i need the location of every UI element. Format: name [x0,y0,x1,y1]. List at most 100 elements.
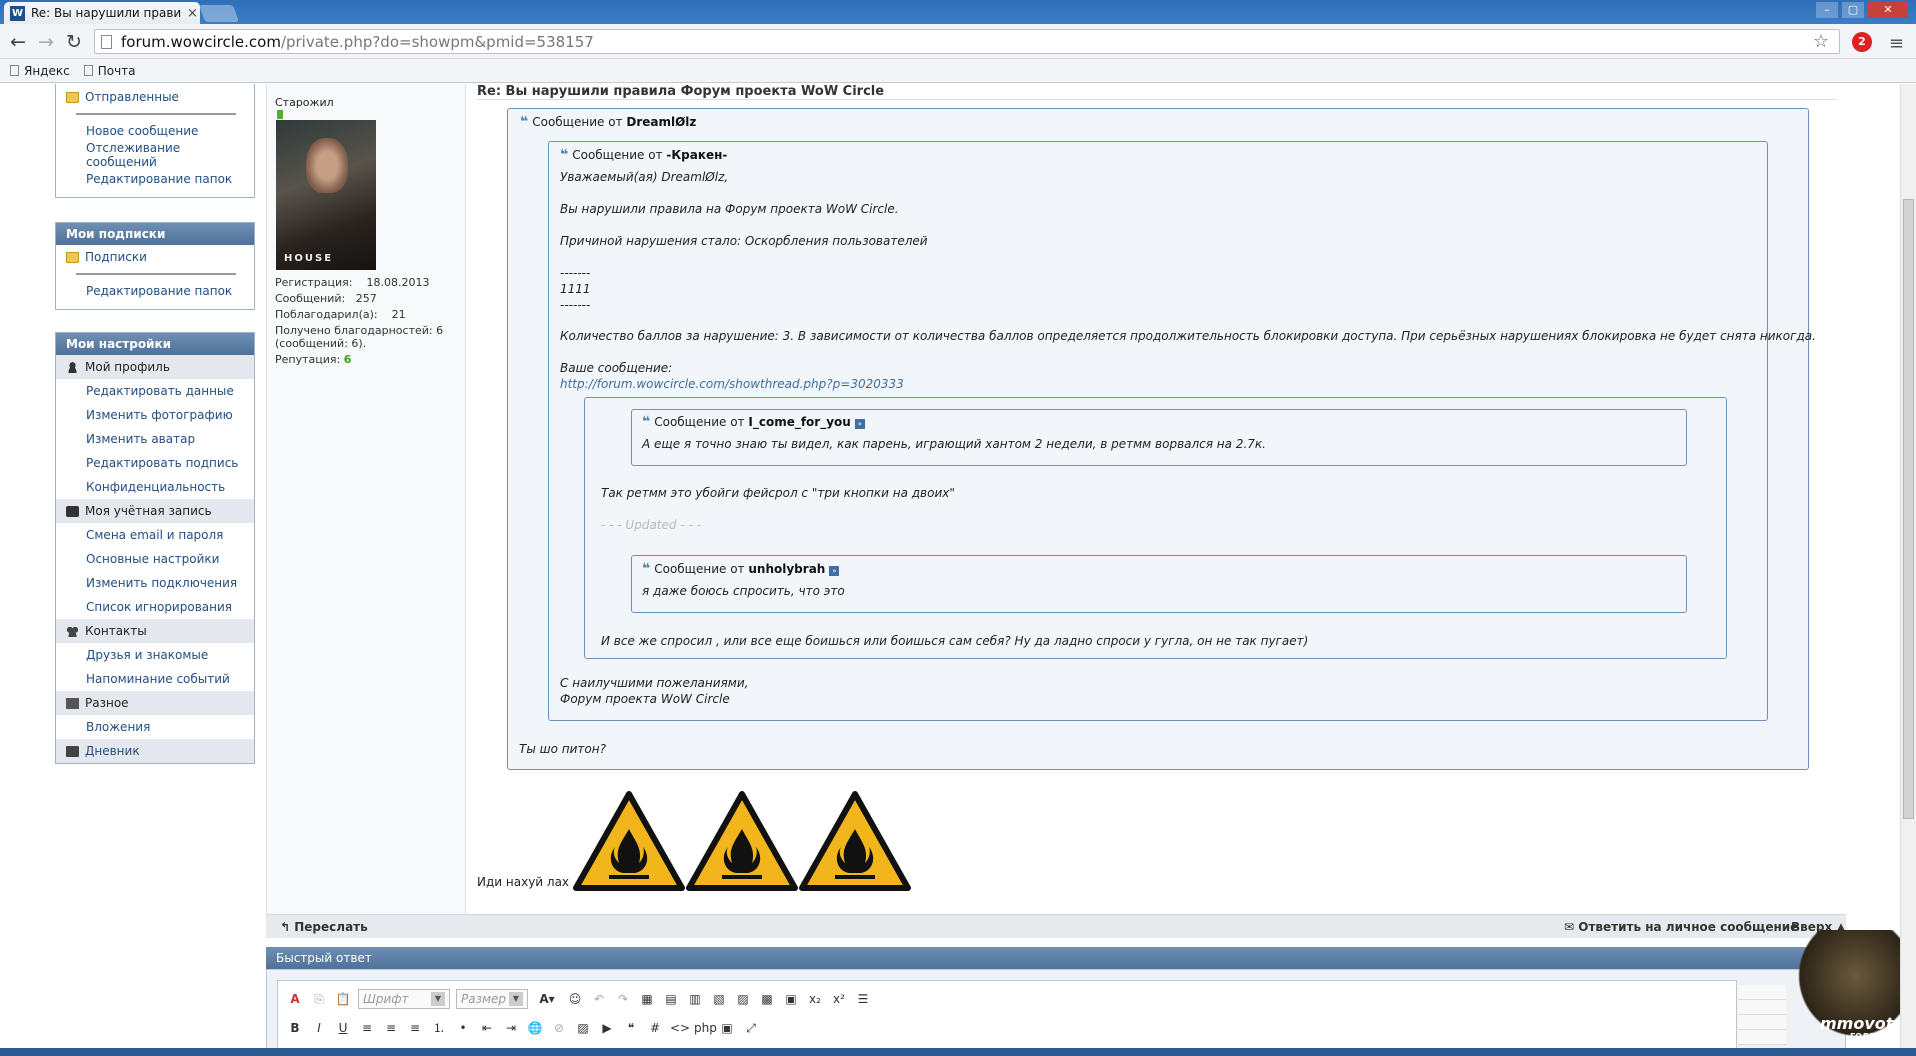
sidebar-item-ignore-list[interactable]: Список игнорирования [56,595,254,619]
avatar[interactable]: HOUSE [276,120,376,270]
address-bar[interactable]: forum.wowcircle.com/private.php?do=showp… [94,29,1840,54]
sidebar-item-connections[interactable]: Изменить подключения [56,571,254,595]
sidebar-item-edit-folders[interactable]: Редактирование папок [56,279,254,303]
bookmark-yandex[interactable]: Яндекс [10,64,70,78]
sidebar-item-event-reminders[interactable]: Напоминание событий [56,667,254,691]
forward-button[interactable]: ↰ Переслать [280,920,368,934]
align-right-icon[interactable]: ≡ [406,1019,424,1037]
php-icon[interactable]: php [694,1019,717,1037]
code-icon[interactable]: <> [670,1019,690,1037]
close-window-icon[interactable]: ✕ [1868,2,1908,18]
toggle-mode-icon[interactable]: ⤢ [742,1019,760,1037]
underline-icon[interactable]: U [334,1019,352,1037]
sidebar-item-edit-folders[interactable]: Редактирование папок [56,167,254,191]
undo-icon[interactable]: ↶ [590,990,608,1008]
quote-author[interactable]: DreamlØlz [626,115,696,129]
sidebar-item-general-settings[interactable]: Основные настройки [56,547,254,571]
table-icon[interactable]: ▦ [638,990,656,1008]
image-icon[interactable]: ▨ [574,1019,592,1037]
superscript-icon[interactable]: x² [830,990,848,1008]
column-insert-icon[interactable]: ▩ [758,990,776,1008]
forward-icon[interactable]: → [34,31,58,53]
user-thanked: Поблагодарил(а): 21 [275,308,406,321]
sidebar-section-contacts[interactable]: Контакты [56,619,254,643]
unordered-list-icon[interactable]: • [454,1019,472,1037]
remove-format-icon[interactable]: A [286,990,304,1008]
bold-icon[interactable]: B [286,1019,304,1037]
outdent-icon[interactable]: ⇤ [478,1019,496,1037]
editor[interactable]: A ⎘ 📋 Шрифт ▼ Размер ▼ A▾ ☺ ↶ ↷ ▦ ▤ ▥ ▧ ▨ … [277,980,1737,1056]
quote-author[interactable]: unholybrah [748,562,825,576]
row-delete-icon[interactable]: ▨ [734,990,752,1008]
fire-warning-icon [686,791,798,891]
quote-prefix: Сообщение от [654,562,745,576]
extension-badge-icon[interactable]: 2 [1852,32,1872,52]
sidebar-item-attachments[interactable]: Вложения [56,715,254,739]
subscript-icon[interactable]: x₂ [806,990,824,1008]
sidebar-section-diary[interactable]: Дневник [56,739,254,763]
quote-author[interactable]: I_come_for_you [748,415,850,429]
size-select[interactable]: Размер ▼ [456,989,528,1009]
link-icon[interactable]: 🌐 [526,1019,544,1037]
sidebar-item-subscriptions[interactable]: Подписки [56,245,254,269]
ordered-list-icon[interactable]: ⒈ [430,1019,448,1037]
back-icon[interactable]: ← [6,31,30,53]
sidebar-item-friends[interactable]: Друзья и знакомые [56,643,254,667]
scrollbar-thumb[interactable] [1903,199,1914,819]
bookmark-star-icon[interactable]: ☆ [1813,31,1829,52]
row-insert-icon[interactable]: ▧ [710,990,728,1008]
redo-icon[interactable]: ↷ [614,990,632,1008]
mmovote-banner[interactable]: mmovote ГОЛОСУЙ [1790,930,1904,1045]
view-post-icon[interactable]: » [854,419,865,429]
reply-pm-button[interactable]: ✉ Ответить на личное сообщение [1564,920,1798,934]
post-footer: ↰ Переслать ✉ Ответить на личное сообщен… [266,914,1846,938]
sidebar-section-misc[interactable]: Разное [56,691,254,715]
sidebar-item-privacy[interactable]: Конфиденциальность [56,475,254,499]
tab-close-icon[interactable]: × [187,6,198,21]
spoiler-icon[interactable]: ▣ [718,1019,736,1037]
folder-icon [66,251,79,263]
copy-icon[interactable]: ⎘ [310,990,328,1008]
unlink-icon[interactable]: ⊘ [550,1019,568,1037]
sidebar-item-sent[interactable]: Отправленные [56,85,254,109]
smiley-icon[interactable]: ☺ [566,990,584,1008]
bookmark-mail[interactable]: Почта [83,64,136,78]
maximize-icon[interactable]: ▢ [1842,2,1864,18]
quote-author[interactable]: -Кракен- [666,148,727,162]
browser-tab[interactable]: W Re: Вы нарушили прави… × [4,2,200,24]
font-select[interactable]: Шрифт ▼ [358,989,450,1009]
sidebar-subscriptions: Мои подписки Подписки Редактирование пап… [55,222,255,310]
sidebar-item-change-avatar[interactable]: Изменить аватар [56,427,254,451]
smilies-panel[interactable] [1738,985,1786,1045]
horizontal-rule-icon[interactable]: ☰ [854,990,872,1008]
sidebar-item-edit-data[interactable]: Редактировать данные [56,379,254,403]
text-color-icon[interactable]: A▾ [534,990,560,1008]
italic-icon[interactable]: I [310,1019,328,1037]
column-delete-icon[interactable]: ▣ [782,990,800,1008]
indent-icon[interactable]: ⇥ [502,1019,520,1037]
video-icon[interactable]: ▶ [598,1019,616,1037]
hash-icon[interactable]: # [646,1019,664,1037]
paste-icon[interactable]: 📋 [334,990,352,1008]
folder-icon [66,91,79,103]
align-center-icon[interactable]: ≡ [382,1019,400,1037]
sidebar-item-change-photo[interactable]: Изменить фотографию [56,403,254,427]
sidebar-item-tracking[interactable]: Отслеживание сообщений [56,141,254,169]
new-tab-button[interactable] [198,5,240,22]
sidebar-section-label: Дневник [85,744,140,758]
table-insert-icon[interactable]: ▤ [662,990,680,1008]
quoted-post-link[interactable]: http://forum.wowcircle.com/showthread.ph… [560,377,904,391]
reload-icon[interactable]: ↻ [62,31,86,53]
view-post-icon[interactable]: » [829,566,840,576]
sidebar-item-edit-signature[interactable]: Редактировать подпись [56,451,254,475]
page-scrollbar[interactable] [1900,84,1916,1056]
minimize-icon[interactable]: – [1816,2,1838,18]
sidebar-item-new-message[interactable]: Новое сообщение [56,119,254,143]
quote-insert-icon[interactable]: ❝ [622,1019,640,1037]
table-delete-icon[interactable]: ▥ [686,990,704,1008]
sidebar-section-account[interactable]: Моя учётная запись [56,499,254,523]
sidebar-section-profile[interactable]: Мой профиль [56,355,254,379]
menu-icon[interactable]: ≡ [1889,33,1904,54]
sidebar-item-email-password[interactable]: Смена email и пароля [56,523,254,547]
align-left-icon[interactable]: ≡ [358,1019,376,1037]
